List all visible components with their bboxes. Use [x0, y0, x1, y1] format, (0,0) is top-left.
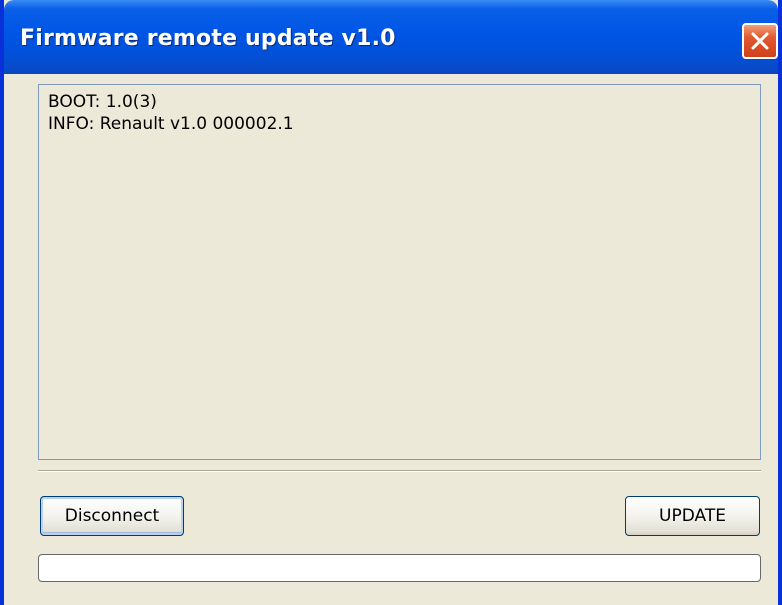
update-button[interactable]: UPDATE [625, 496, 760, 536]
close-icon [751, 32, 769, 50]
log-output[interactable]: BOOT: 1.0(3) INFO: Renault v1.0 000002.1 [38, 84, 761, 460]
disconnect-button[interactable]: Disconnect [40, 496, 184, 536]
log-line: INFO: Renault v1.0 000002.1 [48, 114, 294, 134]
close-button[interactable] [742, 23, 778, 59]
window-title: Firmware remote update v1.0 [20, 26, 396, 51]
separator [38, 470, 761, 472]
title-bar[interactable]: Firmware remote update v1.0 [4, 0, 778, 74]
progress-bar [38, 554, 761, 582]
log-line: BOOT: 1.0(3) [48, 92, 157, 112]
firmware-update-window: Firmware remote update v1.0 BOOT: 1.0(3)… [0, 0, 782, 605]
